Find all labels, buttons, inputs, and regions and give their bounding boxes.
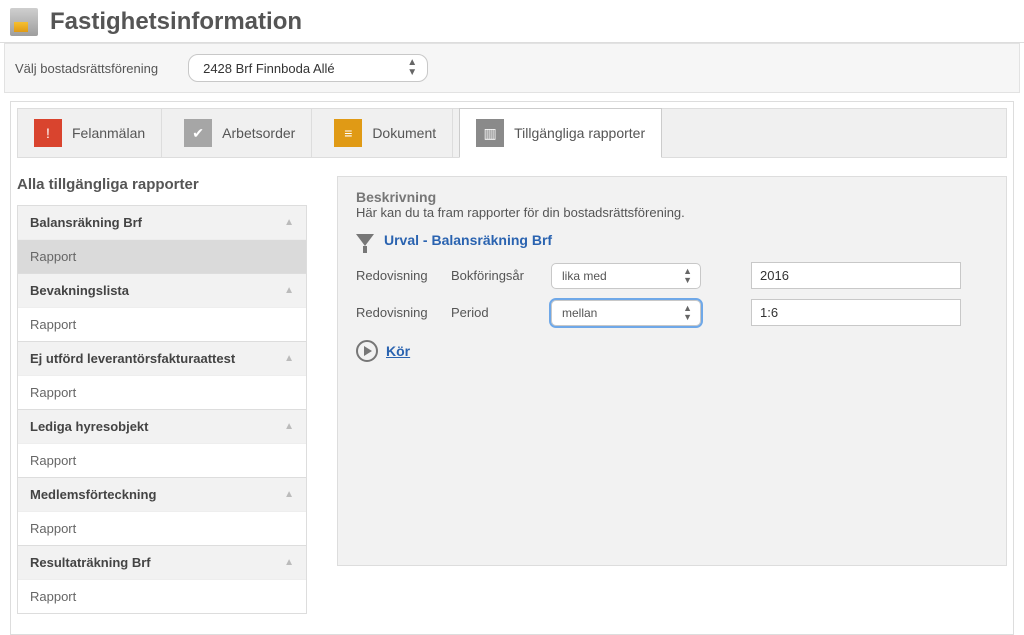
tab-label: Tillgängliga rapporter — [514, 125, 645, 141]
run-button[interactable]: Kör — [356, 340, 988, 362]
report-item[interactable]: Rapport — [18, 307, 306, 341]
report-group-title: Bevakningslista — [30, 283, 129, 298]
report-group-title: Resultaträkning Brf — [30, 555, 151, 570]
description-title: Beskrivning — [356, 189, 988, 205]
chevron-updown-icon: ▲▼ — [683, 267, 692, 285]
tab-felanmalan[interactable]: ! Felanmälan — [18, 109, 162, 157]
run-label: Kör — [386, 343, 410, 359]
tab-rapporter[interactable]: ▥ Tillgängliga rapporter — [459, 108, 662, 158]
play-icon — [356, 340, 378, 362]
association-label: Välj bostadsrättsförening — [15, 61, 158, 76]
description-text: Här kan du ta fram rapporter för din bos… — [356, 205, 988, 220]
reports-heading: Alla tillgängliga rapporter — [17, 176, 307, 193]
filter-group-label: Redovisning — [356, 305, 451, 320]
chevron-up-icon: ▲ — [284, 353, 294, 364]
selection-title: Urval - Balansräkning Brf — [384, 232, 552, 248]
filter-operator-select[interactable]: lika med ▲▼ — [551, 263, 701, 289]
report-group-header[interactable]: Ej utförd leverantörsfakturaattest ▲ — [18, 341, 306, 375]
chevron-up-icon: ▲ — [284, 217, 294, 228]
filter-value-input[interactable] — [751, 262, 961, 289]
tab-dokument[interactable]: ≡ Dokument — [318, 109, 453, 157]
tab-label: Dokument — [372, 125, 436, 141]
report-group-title: Balansräkning Brf — [30, 215, 142, 230]
filter-group-label: Redovisning — [356, 268, 451, 283]
report-item[interactable]: Rapport — [18, 443, 306, 477]
filter-field-label: Bokföringsår — [451, 268, 551, 283]
association-select-value: 2428 Brf Finnboda Allé — [203, 61, 335, 76]
filter-field-label: Period — [451, 305, 551, 320]
checklist-icon: ✔ — [184, 119, 212, 147]
tab-label: Felanmälan — [72, 125, 145, 141]
chevron-up-icon: ▲ — [284, 285, 294, 296]
chart-icon: ▥ — [476, 119, 504, 147]
report-group-header[interactable]: Medlemsförteckning ▲ — [18, 477, 306, 511]
report-group-title: Ej utförd leverantörsfakturaattest — [30, 351, 235, 366]
report-item[interactable]: Rapport — [18, 579, 306, 613]
tab-arbetsorder[interactable]: ✔ Arbetsorder — [168, 109, 312, 157]
chevron-up-icon: ▲ — [284, 557, 294, 568]
report-item[interactable]: Rapport — [18, 511, 306, 545]
association-select[interactable]: 2428 Brf Finnboda Allé ▲▼ — [188, 54, 428, 82]
tab-label: Arbetsorder — [222, 125, 295, 141]
chevron-updown-icon: ▲▼ — [407, 58, 417, 78]
filter-operator-value: mellan — [562, 306, 597, 320]
page-title: Fastighetsinformation — [50, 8, 302, 36]
report-group-header[interactable]: Lediga hyresobjekt ▲ — [18, 409, 306, 443]
filter-row: RedovisningBokföringsår lika med ▲▼ — [356, 262, 988, 289]
report-group-header[interactable]: Resultaträkning Brf ▲ — [18, 545, 306, 579]
chevron-up-icon: ▲ — [284, 489, 294, 500]
chevron-updown-icon: ▲▼ — [683, 304, 692, 322]
report-group-title: Medlemsförteckning — [30, 487, 156, 502]
report-group-header[interactable]: Bevakningslista ▲ — [18, 273, 306, 307]
alert-icon: ! — [34, 119, 62, 147]
report-group-header[interactable]: Balansräkning Brf ▲ — [18, 206, 306, 239]
filter-row: RedovisningPeriod mellan ▲▼ — [356, 299, 988, 326]
filter-operator-select[interactable]: mellan ▲▼ — [551, 300, 701, 326]
report-item[interactable]: Rapport — [18, 239, 306, 273]
filter-operator-value: lika med — [562, 269, 607, 283]
report-group-title: Lediga hyresobjekt — [30, 419, 148, 434]
filter-icon — [356, 234, 374, 246]
chevron-up-icon: ▲ — [284, 421, 294, 432]
report-item[interactable]: Rapport — [18, 375, 306, 409]
filter-value-input[interactable] — [751, 299, 961, 326]
document-icon: ≡ — [334, 119, 362, 147]
app-logo-icon — [10, 8, 38, 36]
